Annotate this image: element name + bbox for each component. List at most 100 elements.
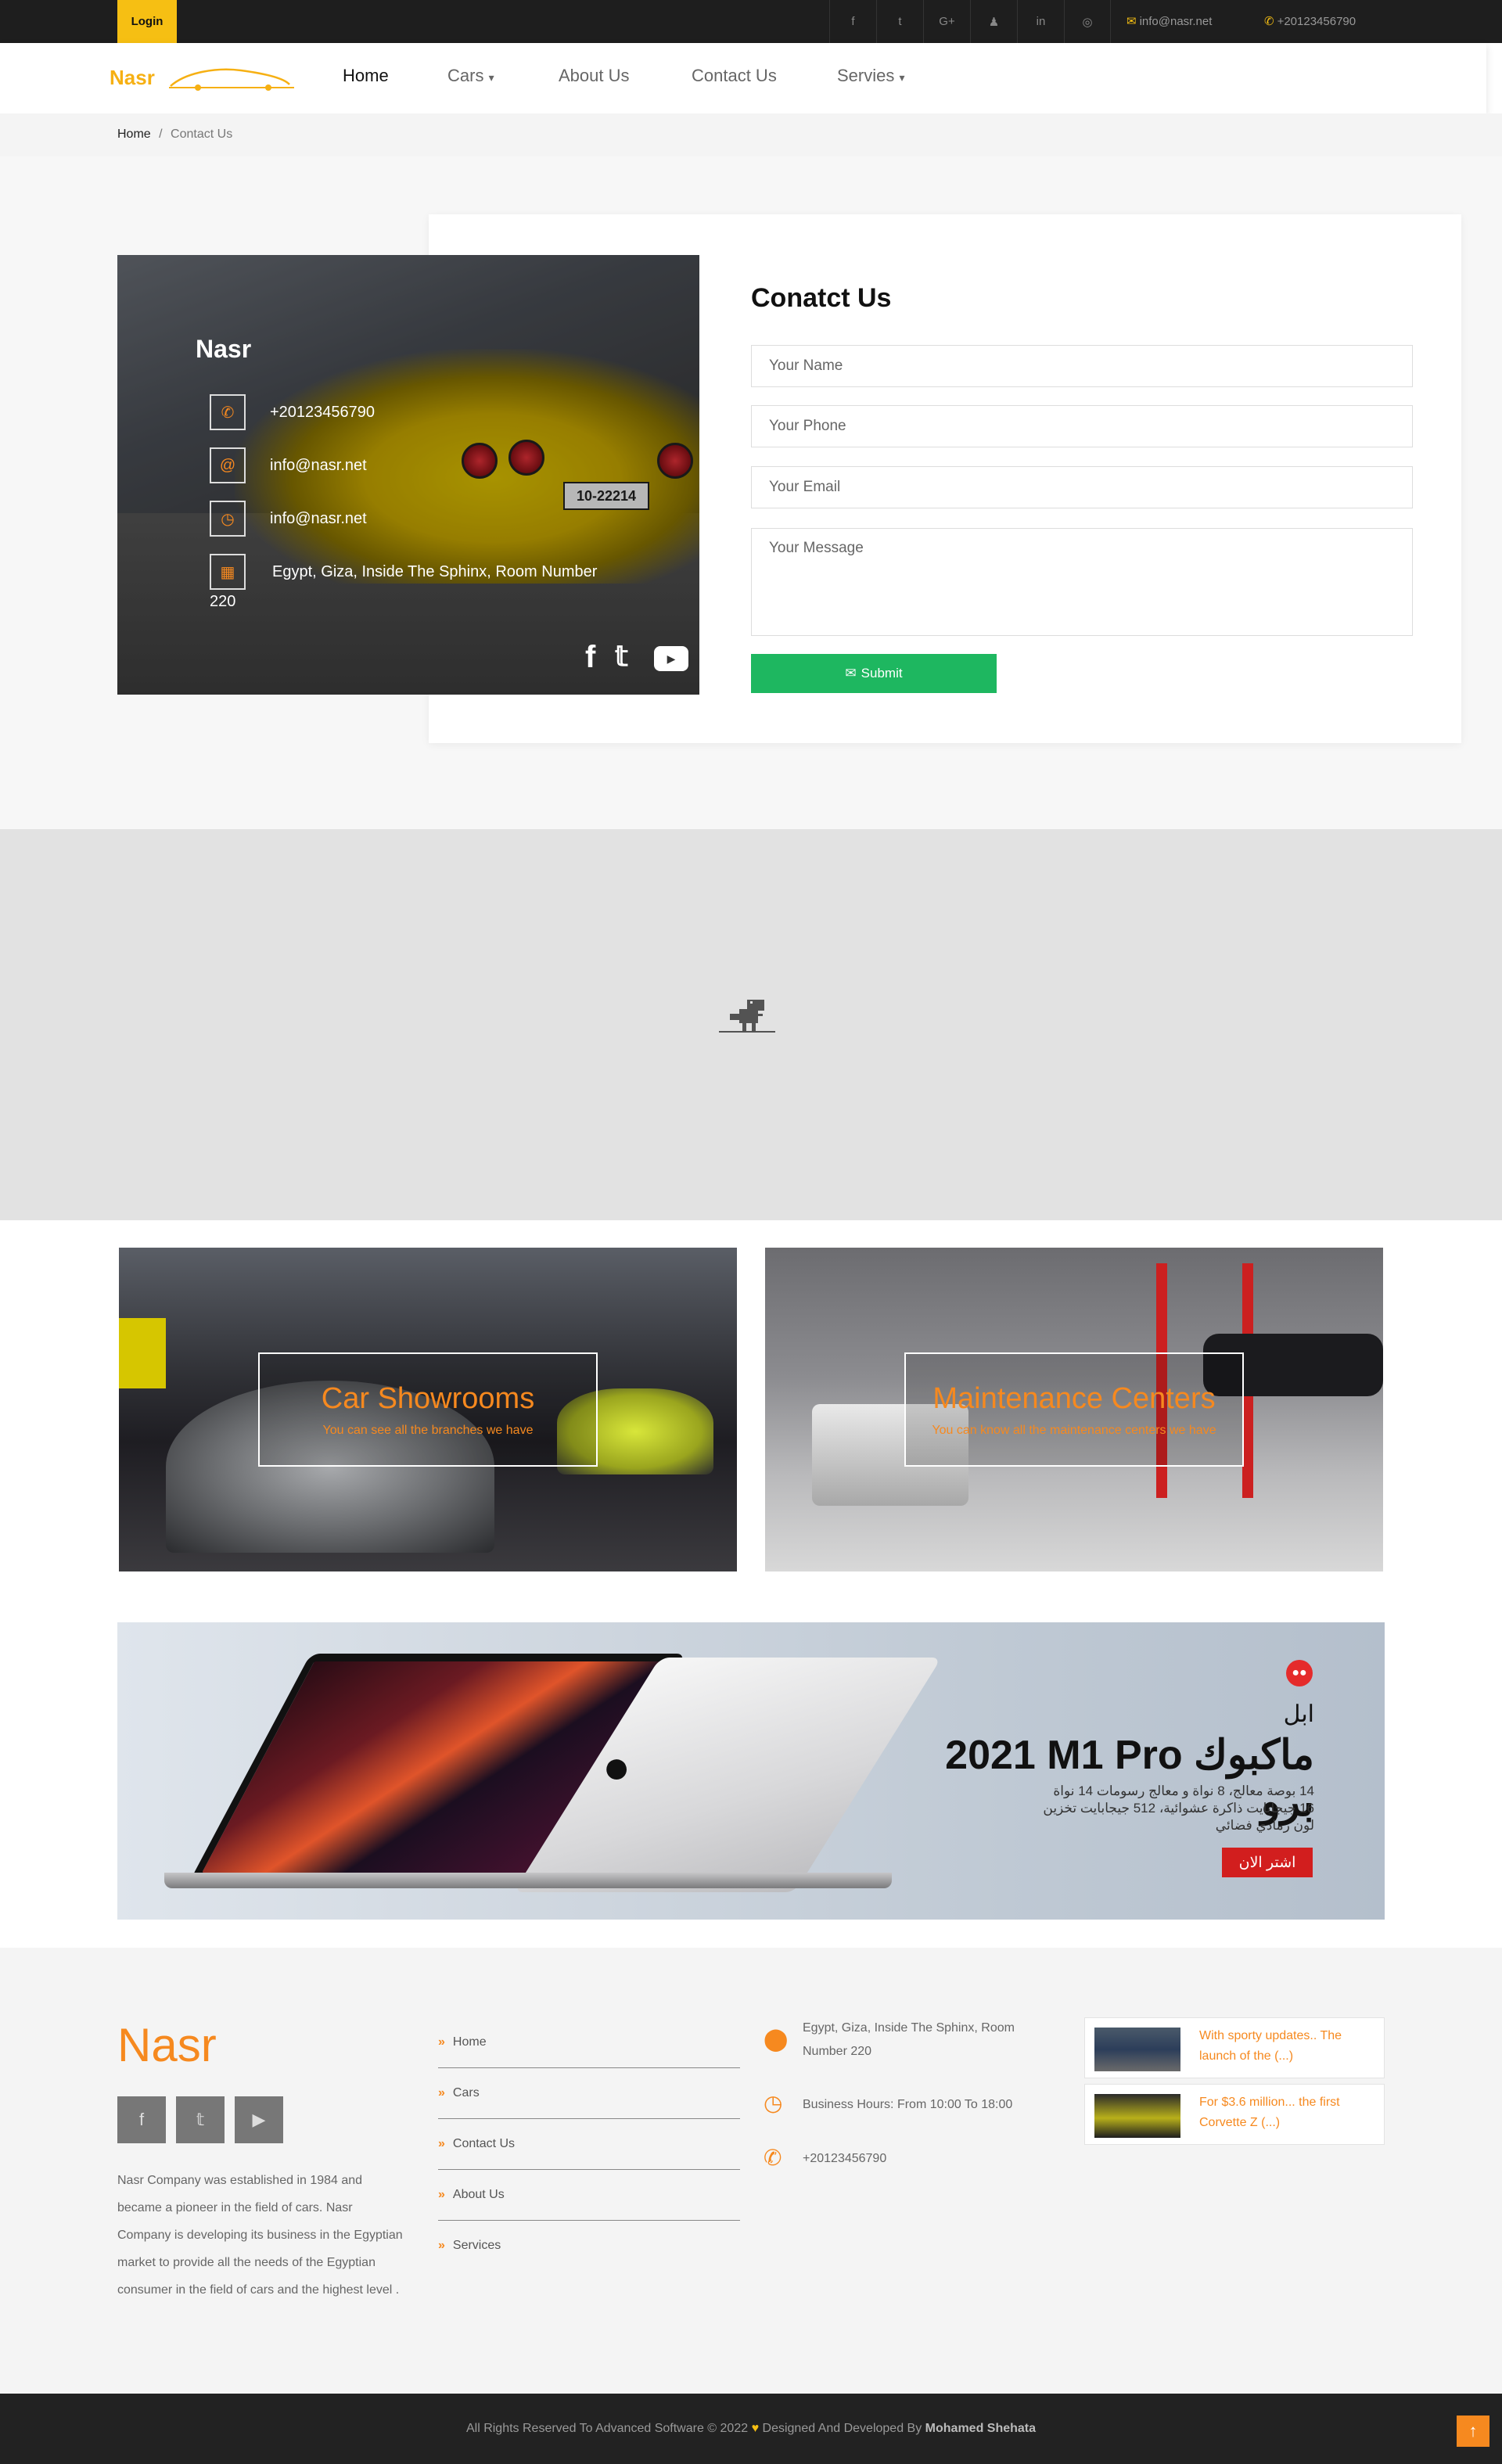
- car-showrooms-card[interactable]: Car Showrooms You can see all the branch…: [119, 1248, 737, 1571]
- buy-now-button[interactable]: اشتر الان: [1222, 1848, 1313, 1877]
- apple-logo-icon: ●: [602, 1740, 631, 1793]
- snapchat-icon[interactable]: ♟: [970, 0, 1017, 43]
- google-plus-icon[interactable]: G+: [923, 0, 970, 43]
- login-button[interactable]: Login: [117, 0, 177, 43]
- phone-icon: ✆: [210, 394, 246, 430]
- brand-badge-icon: ●●: [1286, 1660, 1313, 1686]
- map-marker-icon: ⬤: [764, 2027, 789, 2051]
- promo-subtitle: You can see all the branches we have: [322, 1423, 534, 1437]
- footer-link-label: About Us: [452, 2188, 505, 2201]
- instagram-icon[interactable]: ◎: [1064, 0, 1111, 43]
- nav-contact[interactable]: Contact Us: [692, 66, 777, 86]
- promo-subtitle: You can know all the maintenance centers…: [932, 1423, 1216, 1437]
- footer-link-about[interactable]: » About Us: [438, 2169, 740, 2221]
- form-title: Conatct Us: [751, 283, 892, 313]
- news-item[interactable]: For $3.6 million... the first Corvette Z…: [1084, 2084, 1385, 2145]
- clock-icon: ◷: [764, 2091, 783, 2115]
- contact-info-panel: 10-22214: [117, 255, 699, 695]
- footer-link-home[interactable]: » Home: [438, 2017, 740, 2068]
- double-chevron-icon: »: [438, 2137, 445, 2150]
- footer-link-contact[interactable]: » Contact Us: [438, 2118, 740, 2170]
- caret-down-icon: ▾: [488, 71, 494, 84]
- nav-cars[interactable]: Cars ▾: [447, 66, 494, 86]
- building-icon: ▦: [210, 554, 246, 590]
- scroll-to-top-button[interactable]: ↑: [1457, 2416, 1489, 2447]
- footer-link-label: Home: [452, 2035, 487, 2049]
- message-input[interactable]: [751, 528, 1413, 636]
- info-email[interactable]: info@nasr.net: [270, 457, 367, 475]
- logo-text[interactable]: Nasr: [110, 66, 155, 90]
- banner-brand: ابل: [1283, 1701, 1314, 1727]
- footer-hours: Business Hours: From 10:00 To 18:00: [803, 2098, 1013, 2111]
- news-thumbnail: [1094, 2028, 1180, 2071]
- copyright-prefix: All Rights Reserved To Advanced Software…: [465, 2422, 749, 2435]
- footer-address: Egypt, Giza, Inside The Sphinx, Room Num…: [803, 2021, 1015, 2058]
- youtube-icon[interactable]: ▶: [235, 2096, 283, 2143]
- news-title[interactable]: With sporty updates.. The launch of the …: [1199, 2026, 1376, 2067]
- twitter-icon[interactable]: 𝕥: [615, 640, 628, 673]
- breadcrumb-separator: /: [159, 128, 163, 141]
- banner-spec-2: 16 جيجابايت ذاكرة عشوائية، 512 جيجابايت …: [1043, 1801, 1314, 1816]
- info-address-line2: 220: [210, 593, 236, 610]
- news-thumbnail: [1094, 2094, 1180, 2138]
- info-address: Egypt, Giza, Inside The Sphinx, Room Num…: [272, 563, 598, 580]
- footer-link-cars[interactable]: » Cars: [438, 2067, 740, 2119]
- news-item[interactable]: With sporty updates.. The launch of the …: [1084, 2017, 1385, 2078]
- name-input[interactable]: [751, 345, 1413, 387]
- copyright: All Rights Reserved To Advanced Software…: [0, 2394, 1502, 2464]
- maintenance-centers-card[interactable]: Maintenance Centers You can know all the…: [765, 1248, 1383, 1571]
- double-chevron-icon: »: [438, 2188, 445, 2201]
- top-phone-text: +20123456790: [1277, 15, 1356, 28]
- double-chevron-icon: »: [438, 2239, 445, 2252]
- dinosaur-icon: [719, 1000, 775, 1033]
- footer-link-services[interactable]: » Services: [438, 2220, 740, 2272]
- double-chevron-icon: »: [438, 2086, 445, 2099]
- twitter-icon[interactable]: 𝕥: [176, 2096, 225, 2143]
- top-email-text: info@nasr.net: [1139, 15, 1213, 28]
- laptop-base-image: [164, 1873, 892, 1888]
- top-email[interactable]: ✉ info@nasr.net: [1126, 0, 1212, 43]
- facebook-icon[interactable]: f: [829, 0, 876, 43]
- nav-cars-label: Cars: [447, 66, 484, 85]
- info-phone[interactable]: +20123456790: [270, 404, 375, 422]
- promo-title: Car Showrooms: [321, 1381, 535, 1415]
- submit-button[interactable]: ✉ Submit: [751, 654, 997, 693]
- youtube-icon[interactable]: ▶: [654, 646, 688, 671]
- banner-spec-3: لون رمادي فضائي: [1215, 1818, 1314, 1833]
- copyright-mid: Designed And Developed By: [762, 2422, 922, 2435]
- email-input[interactable]: [751, 466, 1413, 508]
- facebook-icon[interactable]: f: [117, 2096, 166, 2143]
- twitter-icon[interactable]: t: [876, 0, 923, 43]
- promo-title: Maintenance Centers: [932, 1381, 1216, 1415]
- footer-link-label: Cars: [452, 2086, 480, 2099]
- info-overlay: [117, 255, 699, 695]
- promo-box: Maintenance Centers You can know all the…: [904, 1352, 1244, 1467]
- promo-box: Car Showrooms You can see all the branch…: [258, 1352, 598, 1467]
- heart-icon: ♥: [751, 2422, 760, 2435]
- breadcrumb: Home / Contact Us: [117, 128, 232, 142]
- nav-home[interactable]: Home: [343, 66, 389, 86]
- footer-logo[interactable]: Nasr: [117, 2018, 217, 2072]
- footer-link-label: Contact Us: [452, 2137, 516, 2150]
- linkedin-icon[interactable]: in: [1017, 0, 1064, 43]
- banner-spec-1: 14 بوصة معالج، 8 نواة و معالج رسومات 14 …: [1053, 1783, 1314, 1798]
- clock-icon: ◷: [210, 501, 246, 537]
- author-name[interactable]: Mohamed Shehata: [925, 2422, 1036, 2435]
- facebook-icon[interactable]: f: [585, 640, 595, 675]
- nav-services[interactable]: Servies ▾: [837, 66, 905, 86]
- macbook-ad-banner[interactable]: ● ●● ابل 2021 M1 Pro ماكبوك برو 14 بوصة …: [117, 1622, 1385, 1920]
- envelope-icon: ✉: [1126, 15, 1137, 28]
- info-email-2[interactable]: info@nasr.net: [270, 510, 367, 528]
- footer-phone[interactable]: +20123456790: [803, 2147, 886, 2171]
- phone-input[interactable]: [751, 405, 1413, 447]
- info-title: Nasr: [196, 335, 252, 363]
- phone-icon: ✆: [1264, 15, 1274, 28]
- send-icon: ✉: [845, 666, 857, 681]
- breadcrumb-home[interactable]: Home: [117, 128, 151, 141]
- at-icon: @: [210, 447, 246, 483]
- top-phone[interactable]: ✆ +20123456790: [1264, 0, 1356, 43]
- phone-icon: ✆: [764, 2146, 782, 2170]
- caret-down-icon: ▾: [899, 71, 905, 84]
- nav-about[interactable]: About Us: [559, 66, 630, 86]
- news-title[interactable]: For $3.6 million... the first Corvette Z…: [1199, 2092, 1376, 2133]
